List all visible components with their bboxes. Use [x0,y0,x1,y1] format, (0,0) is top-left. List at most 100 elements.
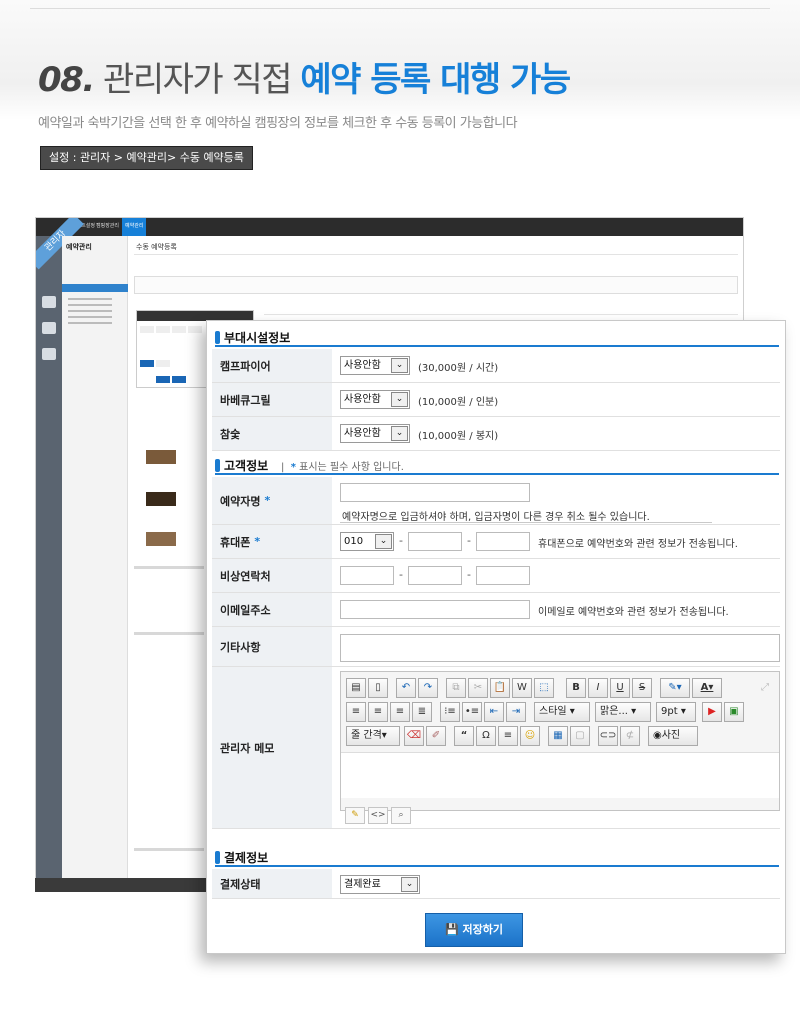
facility-row-bbq: 바베큐그릴 사용안함 ⌄ (10,000원 / 인분) [212,383,780,417]
etc-label: 기타사항 [212,627,332,666]
font-color-icon[interactable]: A▾ [692,678,722,698]
template-icon[interactable]: ▢ [570,726,590,746]
print-icon[interactable]: ▤ [346,678,366,698]
paste-word-icon[interactable]: W [512,678,532,698]
table-icon[interactable]: ▦ [548,726,568,746]
quote-icon[interactable]: “ [454,726,474,746]
format-brush-icon[interactable]: ✐ [426,726,446,746]
special-char-icon[interactable]: Ω [476,726,496,746]
editor-mode-preview-icon[interactable]: ⌕ [391,807,411,824]
campfire-select[interactable]: 사용안함 ⌄ [340,356,410,375]
align-justify-icon[interactable]: ≣ [412,702,432,722]
emoticon-icon[interactable]: ☺ [520,726,540,746]
mobile-prefix-value: 010 [344,536,364,547]
strikethrough-icon[interactable]: S [632,678,652,698]
camera-icon: ◉ [653,730,662,741]
outdent-icon[interactable]: ⇤ [484,702,504,722]
heading-plain: 관리자가 직접 [103,60,293,100]
editor-mode-edit-icon[interactable]: ✎ [345,807,365,824]
back-divider [264,314,738,315]
chevron-down-icon: ⌄ [391,392,408,407]
facility-section-header: 부대시설정보 [215,327,779,347]
mobile-last-input[interactable] [476,532,530,551]
unlink-icon[interactable]: ⊄ [620,726,640,746]
cut-icon[interactable]: ✂ [468,678,488,698]
spellcheck-icon[interactable]: ✎▾ [660,678,690,698]
editor-content-area[interactable] [341,752,779,798]
photo-button[interactable]: ◉사진 [648,726,698,746]
undo-icon[interactable]: ↶ [396,678,416,698]
maximize-icon[interactable]: ⤢ [755,678,775,698]
emergency-last-input[interactable] [476,566,530,585]
youtube-icon[interactable]: ▶ [702,702,722,722]
top-divider [30,8,770,9]
underline-icon[interactable]: U [610,678,630,698]
side-line [68,316,112,318]
mobile-label: 휴대폰 * [212,525,332,558]
ordered-list-icon[interactable]: ⁝≡ [440,702,460,722]
required-note: | * 표시는 필수 사항 입니다. [281,462,404,473]
customer-title: 고객정보 [224,459,269,473]
new-document-icon[interactable]: ▯ [368,678,388,698]
back-bottom-bar [35,878,207,892]
reservation-form-card: 부대시설정보 캠프파이어 사용안함 ⌄ (30,000원 / 시간) 바베큐그릴 … [206,320,786,954]
mobile-middle-input[interactable] [408,532,462,551]
italic-icon[interactable]: I [588,678,608,698]
floppy-icon: 💾 [444,923,459,936]
charcoal-price: (10,000원 / 봉지) [418,431,499,442]
bbq-select[interactable]: 사용안함 ⌄ [340,390,410,409]
paste-icon[interactable]: 📋 [490,678,510,698]
reserver-name-label: 예약자명 * [212,477,332,524]
mobile-hint: 휴대폰으로 예약번호와 관련 정보가 전송됩니다. [538,539,738,550]
redo-icon[interactable]: ↷ [418,678,438,698]
campfire-price: (30,000원 / 시간) [418,363,499,374]
save-button[interactable]: 💾 저장하기 [425,913,523,947]
select-all-icon[interactable]: ⬚ [534,678,554,698]
back-section-line [134,848,204,851]
back-section-line [134,632,204,635]
admin-top-tabs: 사이트설정 캠핑장관리 예약관리 [36,218,743,236]
image-icon[interactable]: ▣ [724,702,744,722]
style-dropdown[interactable]: 스타일 ▾ [534,702,590,722]
calendar-cell [155,325,171,334]
section-marker [215,331,220,344]
calendar-cell-selected [139,359,155,368]
calendar-cell [187,325,203,334]
mobile-prefix-select[interactable]: 010 ⌄ [340,532,394,551]
align-right-icon[interactable]: ≡ [390,702,410,722]
calendar-cell [155,359,171,368]
unordered-list-icon[interactable]: •≡ [462,702,482,722]
dash-separator: - [467,534,471,547]
bbq-price: (10,000원 / 인분) [418,397,499,408]
charcoal-select[interactable]: 사용안함 ⌄ [340,424,410,443]
required-star: * [254,535,261,548]
style-dropdown-label: 스타일 [539,706,567,717]
email-input[interactable] [340,600,530,619]
site-thumbnail [146,532,176,546]
align-center-icon[interactable]: ≡ [368,702,388,722]
required-star: * [264,494,271,507]
payment-status-select[interactable]: 결제완료 ⌄ [340,875,420,894]
payment-section-header: 결제정보 [215,847,779,867]
link-icon[interactable]: ⊂⊃ [598,726,618,746]
line-height-dropdown[interactable]: 줄 간격▾ [346,726,400,746]
side-line [68,298,112,300]
editor-mode-html-icon[interactable]: <> [368,807,388,824]
indent-icon[interactable]: ⇥ [506,702,526,722]
size-dropdown-label: 9pt [661,706,678,717]
size-dropdown[interactable]: 9pt ▾ [656,702,696,722]
site-thumbnail [146,492,176,506]
emergency-first-input[interactable] [340,566,394,585]
copy-icon[interactable]: ⧉ [446,678,466,698]
reserver-name-input[interactable] [340,483,530,502]
align-left-icon[interactable]: ≡ [346,702,366,722]
emergency-middle-input[interactable] [408,566,462,585]
eraser-icon[interactable]: ⌫ [404,726,424,746]
row-mobile: 휴대폰 * 010 ⌄ - - 휴대폰으로 예약번호와 관련 정보가 전송됩니다. [212,525,780,559]
bold-icon[interactable]: B [566,678,586,698]
horizontal-rule-icon[interactable]: ≡ [498,726,518,746]
heading-highlight: 예약 등록 대행 가능 [300,60,571,100]
payment-status-value: 결제완료 [344,879,381,890]
etc-textarea[interactable] [340,634,780,662]
font-dropdown[interactable]: 맑은... ▾ [595,702,651,722]
